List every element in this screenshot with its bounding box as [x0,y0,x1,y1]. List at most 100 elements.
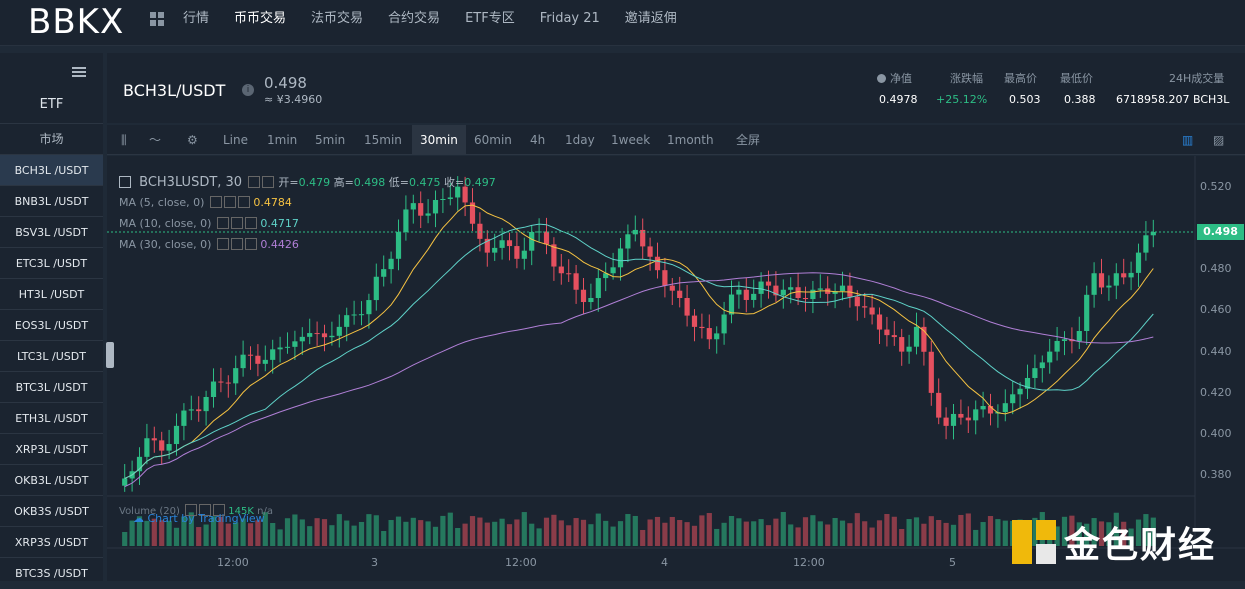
stat-label-low: 最低价 [1060,72,1093,85]
candle-body [1054,340,1060,352]
nav-item[interactable]: 合约交易 [388,11,440,27]
volume-bar [654,516,661,546]
pair-list-item[interactable]: OKB3S /USDT [0,495,103,526]
nav-item[interactable]: 邀请返佣 [625,11,677,27]
candle-body [1039,362,1045,369]
pair-list-item[interactable]: OKB3L /USDT [0,464,103,495]
pair-list-item[interactable]: ETH3L /USDT [0,402,103,433]
volume-bar [817,521,823,546]
candle-body [373,276,379,301]
pair-list-item[interactable]: BNB3L /USDT [0,185,103,216]
volume-bar [780,512,786,546]
pair-list-item[interactable]: BTC3L /USDT [0,371,103,402]
interval-button[interactable]: 1day [565,125,595,155]
interval-button[interactable]: 1month [667,125,714,155]
nav-item[interactable]: ETF专区 [465,11,515,27]
brand-logo[interactable]: BBKX [28,2,124,42]
volume-bar [373,515,379,546]
volume-bar [832,518,838,546]
nav-item[interactable]: 币币交易 [234,11,286,27]
candle-body [958,413,964,418]
gear-small-icon[interactable] [262,176,275,188]
pair-list-item[interactable]: BSV3L /USDT [0,216,103,247]
candle-body [973,409,979,421]
interval-button[interactable]: 1week [611,125,650,155]
candle-body [218,381,224,383]
candle-body [314,333,320,335]
pair-list-item[interactable]: BCH3L /USDT [0,154,103,185]
candle-body [721,314,727,334]
interval-button[interactable]: 60min [474,125,512,155]
candle-body [765,281,772,286]
nav-item[interactable]: Friday 21 [540,11,600,27]
volume-bar [632,515,638,546]
candle-body [795,287,801,298]
tradingview-credit[interactable]: ☁ Chart by TradingView [133,512,265,525]
interval-button[interactable]: 4h [530,125,545,155]
volume-bar [617,521,624,546]
volume-bar [758,519,764,546]
volume-bar [1002,520,1008,546]
volume-bar [736,518,742,546]
pair-list-item[interactable]: ETC3L /USDT [0,247,103,278]
indicator-icon[interactable]: 〜 [149,125,161,155]
candle-body [247,354,254,356]
candle-body [321,333,328,338]
volume-bar [499,518,505,546]
menu-icon[interactable] [72,67,86,77]
collapse-icon[interactable] [119,176,131,188]
stat-label-volume: 24H成交量 [1169,72,1225,85]
expand-handle[interactable] [106,342,114,368]
interval-button[interactable]: 5min [315,125,345,155]
candle-body [936,392,942,418]
chart-bars-icon[interactable]: ▥ [1182,125,1193,155]
info-icon[interactable]: i [242,84,254,96]
candle-body [980,405,986,410]
volume-bar [802,517,809,546]
chart-area-icon[interactable]: ▨ [1213,125,1224,155]
pair-list-item[interactable]: HT3L /USDT [0,278,103,309]
candle-body [810,289,816,300]
volume-bar [381,530,387,546]
volume-bar [751,521,757,546]
candle-body [543,231,550,245]
eye-icon[interactable] [248,176,261,188]
pair-list-item[interactable]: XRP3L /USDT [0,433,103,464]
nav-item[interactable]: 法币交易 [311,11,363,27]
interval-button[interactable]: 30min [412,125,466,155]
candle-body [292,341,298,347]
price-chart[interactable]: BCH3LUSDT, 30 开=0.479 高=0.498 低=0.475 收=… [106,156,1245,581]
pair-list: BCH3L /USDT BNB3L /USDT BSV3L /USDT ETC3L /… [0,154,103,588]
volume-bar [558,520,564,546]
apps-grid-icon[interactable] [150,12,164,26]
fullscreen-button[interactable]: 全屏 [736,125,760,155]
ticker-header: BCH3L/USDT i 0.498 ≈ ¥3.4960 净值 0.4978 涨… [107,53,1245,123]
interval-button[interactable]: 1min [267,125,297,155]
pair-list-item[interactable]: XRP3S /USDT [0,526,103,557]
candle-body [780,289,786,296]
candle-type-icon[interactable]: ⫼ [121,125,127,155]
candle-body [802,298,809,300]
volume-bar [580,519,587,546]
nav-item[interactable]: 行情 [183,11,209,27]
y-tick-label: 0.520 [1200,179,1232,193]
candle-body [743,289,749,300]
volume-bar [869,527,875,546]
interval-button[interactable]: 15min [364,125,402,155]
volume-bar [418,520,424,546]
interval-button[interactable]: Line [223,125,248,155]
candle-body [196,409,202,412]
candle-body [1113,273,1119,286]
volume-bar [891,516,897,546]
category-label[interactable]: ETF [0,97,103,112]
candle-body [847,285,853,297]
pair-list-item[interactable]: LTC3L /USDT [0,340,103,371]
volume-bar [351,525,357,546]
candle-body [225,382,231,384]
volume-bar [958,514,964,546]
volume-bar [810,515,816,546]
pair-list-item[interactable]: BTC3S /USDT [0,557,103,588]
nav-circle-icon [877,74,886,83]
pair-list-item[interactable]: EOS3L /USDT [0,309,103,340]
settings-gear-icon[interactable]: ⚙ [187,125,198,155]
